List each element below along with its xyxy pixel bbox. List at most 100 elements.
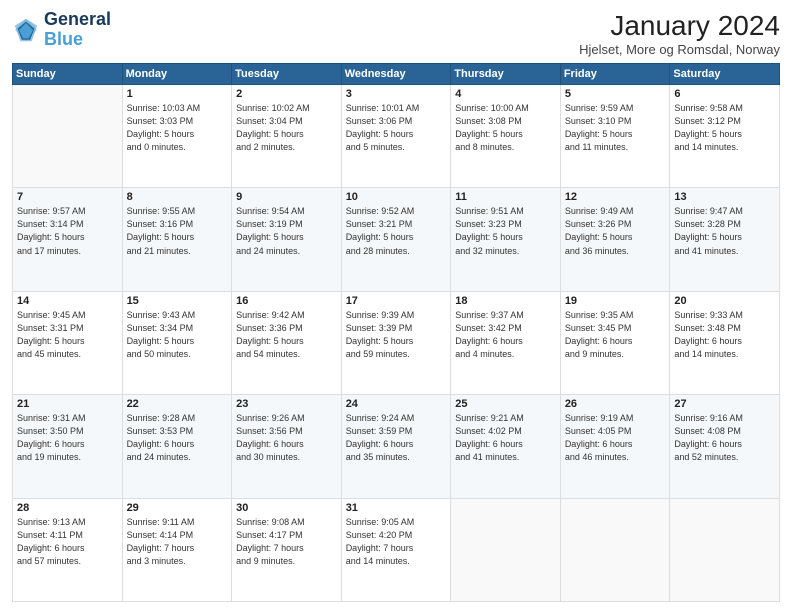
day-info: Sunrise: 9:39 AM Sunset: 3:39 PM Dayligh…	[346, 309, 447, 361]
day-info: Sunrise: 9:19 AM Sunset: 4:05 PM Dayligh…	[565, 412, 666, 464]
day-number: 17	[346, 295, 447, 307]
day-info: Sunrise: 10:03 AM Sunset: 3:03 PM Daylig…	[127, 102, 228, 154]
calendar-cell: 9 Sunrise: 9:54 AM Sunset: 3:19 PM Daylig…	[232, 188, 342, 291]
day-number: 8	[127, 191, 228, 203]
day-info: Sunrise: 9:21 AM Sunset: 4:02 PM Dayligh…	[455, 412, 556, 464]
calendar-cell	[670, 498, 780, 601]
day-info: Sunrise: 9:16 AM Sunset: 4:08 PM Dayligh…	[674, 412, 775, 464]
calendar-cell: 18 Sunrise: 9:37 AM Sunset: 3:42 PM Dayli…	[451, 291, 561, 394]
day-number: 12	[565, 191, 666, 203]
day-number: 1	[127, 88, 228, 100]
calendar-cell: 3Sunrise: 10:01 AM Sunset: 3:06 PM Dayli…	[341, 85, 451, 188]
day-info: Sunrise: 9:51 AM Sunset: 3:23 PM Dayligh…	[455, 205, 556, 257]
title-block: January 2024 Hjelset, More og Romsdal, N…	[579, 10, 780, 57]
calendar-cell: 19 Sunrise: 9:35 AM Sunset: 3:45 PM Dayli…	[560, 291, 670, 394]
calendar-cell: 2Sunrise: 10:02 AM Sunset: 3:04 PM Dayli…	[232, 85, 342, 188]
day-info: Sunrise: 9:31 AM Sunset: 3:50 PM Dayligh…	[17, 412, 118, 464]
calendar-cell: 31 Sunrise: 9:05 AM Sunset: 4:20 PM Dayli…	[341, 498, 451, 601]
calendar-cell: 26Sunrise: 9:19 AM Sunset: 4:05 PM Dayli…	[560, 395, 670, 498]
calendar-week-row: 1 Sunrise: 10:03 AM Sunset: 3:03 PM Dayli…	[13, 85, 780, 188]
calendar-week-row: 14Sunrise: 9:45 AM Sunset: 3:31 PM Dayli…	[13, 291, 780, 394]
day-number: 20	[674, 295, 775, 307]
calendar-cell: 12Sunrise: 9:49 AM Sunset: 3:26 PM Dayli…	[560, 188, 670, 291]
day-info: Sunrise: 9:52 AM Sunset: 3:21 PM Dayligh…	[346, 205, 447, 257]
day-number: 9	[236, 191, 337, 203]
day-number: 25	[455, 398, 556, 410]
day-info: Sunrise: 9:45 AM Sunset: 3:31 PM Dayligh…	[17, 309, 118, 361]
day-number: 7	[17, 191, 118, 203]
day-info: Sunrise: 9:42 AM Sunset: 3:36 PM Dayligh…	[236, 309, 337, 361]
calendar-cell: 21 Sunrise: 9:31 AM Sunset: 3:50 PM Dayli…	[13, 395, 123, 498]
day-number: 11	[455, 191, 556, 203]
day-info: Sunrise: 10:00 AM Sunset: 3:08 PM Daylig…	[455, 102, 556, 154]
day-number: 30	[236, 502, 337, 514]
day-number: 27	[674, 398, 775, 410]
calendar-cell: 1 Sunrise: 10:03 AM Sunset: 3:03 PM Dayli…	[122, 85, 232, 188]
day-info: Sunrise: 9:59 AM Sunset: 3:10 PM Dayligh…	[565, 102, 666, 154]
col-thursday: Thursday	[451, 64, 561, 85]
calendar-table: Sunday Monday Tuesday Wednesday Thursday…	[12, 63, 780, 602]
day-info: Sunrise: 9:57 AM Sunset: 3:14 PM Dayligh…	[17, 205, 118, 257]
day-number: 18	[455, 295, 556, 307]
day-info: Sunrise: 9:37 AM Sunset: 3:42 PM Dayligh…	[455, 309, 556, 361]
main-title: January 2024	[579, 10, 780, 42]
subtitle: Hjelset, More og Romsdal, Norway	[579, 42, 780, 57]
calendar-cell: 28Sunrise: 9:13 AM Sunset: 4:11 PM Dayli…	[13, 498, 123, 601]
calendar-cell: 24 Sunrise: 9:24 AM Sunset: 3:59 PM Dayli…	[341, 395, 451, 498]
col-sunday: Sunday	[13, 64, 123, 85]
calendar-cell: 22Sunrise: 9:28 AM Sunset: 3:53 PM Dayli…	[122, 395, 232, 498]
day-info: Sunrise: 9:11 AM Sunset: 4:14 PM Dayligh…	[127, 516, 228, 568]
day-number: 21	[17, 398, 118, 410]
calendar-cell: 11 Sunrise: 9:51 AM Sunset: 3:23 PM Dayli…	[451, 188, 561, 291]
day-info: Sunrise: 9:24 AM Sunset: 3:59 PM Dayligh…	[346, 412, 447, 464]
calendar-header: Sunday Monday Tuesday Wednesday Thursday…	[13, 64, 780, 85]
calendar-cell: 13Sunrise: 9:47 AM Sunset: 3:28 PM Dayli…	[670, 188, 780, 291]
calendar-cell	[560, 498, 670, 601]
header-row: Sunday Monday Tuesday Wednesday Thursday…	[13, 64, 780, 85]
day-info: Sunrise: 9:08 AM Sunset: 4:17 PM Dayligh…	[236, 516, 337, 568]
calendar-cell	[451, 498, 561, 601]
day-info: Sunrise: 9:35 AM Sunset: 3:45 PM Dayligh…	[565, 309, 666, 361]
day-number: 22	[127, 398, 228, 410]
calendar-cell: 20 Sunrise: 9:33 AM Sunset: 3:48 PM Dayli…	[670, 291, 780, 394]
day-info: Sunrise: 9:05 AM Sunset: 4:20 PM Dayligh…	[346, 516, 447, 568]
day-number: 2	[236, 88, 337, 100]
day-number: 4	[455, 88, 556, 100]
col-tuesday: Tuesday	[232, 64, 342, 85]
day-number: 6	[674, 88, 775, 100]
day-info: Sunrise: 9:26 AM Sunset: 3:56 PM Dayligh…	[236, 412, 337, 464]
logo-line2: Blue	[44, 30, 111, 50]
calendar-cell: 30 Sunrise: 9:08 AM Sunset: 4:17 PM Dayli…	[232, 498, 342, 601]
calendar-cell: 17 Sunrise: 9:39 AM Sunset: 3:39 PM Dayli…	[341, 291, 451, 394]
calendar-cell: 14Sunrise: 9:45 AM Sunset: 3:31 PM Dayli…	[13, 291, 123, 394]
day-info: Sunrise: 9:43 AM Sunset: 3:34 PM Dayligh…	[127, 309, 228, 361]
calendar-cell: 16Sunrise: 9:42 AM Sunset: 3:36 PM Dayli…	[232, 291, 342, 394]
calendar-body: 1 Sunrise: 10:03 AM Sunset: 3:03 PM Dayli…	[13, 85, 780, 602]
day-number: 31	[346, 502, 447, 514]
day-number: 24	[346, 398, 447, 410]
calendar-cell	[13, 85, 123, 188]
logo: General Blue	[12, 10, 111, 50]
calendar-cell: 6 Sunrise: 9:58 AM Sunset: 3:12 PM Daylig…	[670, 85, 780, 188]
calendar-cell: 25 Sunrise: 9:21 AM Sunset: 4:02 PM Dayli…	[451, 395, 561, 498]
logo-line1: General	[44, 10, 111, 30]
calendar-cell: 23 Sunrise: 9:26 AM Sunset: 3:56 PM Dayli…	[232, 395, 342, 498]
calendar-cell: 8 Sunrise: 9:55 AM Sunset: 3:16 PM Daylig…	[122, 188, 232, 291]
day-number: 10	[346, 191, 447, 203]
logo-icon	[12, 16, 40, 44]
day-info: Sunrise: 9:47 AM Sunset: 3:28 PM Dayligh…	[674, 205, 775, 257]
day-info: Sunrise: 9:58 AM Sunset: 3:12 PM Dayligh…	[674, 102, 775, 154]
col-saturday: Saturday	[670, 64, 780, 85]
day-info: Sunrise: 9:33 AM Sunset: 3:48 PM Dayligh…	[674, 309, 775, 361]
calendar-cell: 5Sunrise: 9:59 AM Sunset: 3:10 PM Daylig…	[560, 85, 670, 188]
day-info: Sunrise: 9:54 AM Sunset: 3:19 PM Dayligh…	[236, 205, 337, 257]
col-monday: Monday	[122, 64, 232, 85]
calendar-cell: 27 Sunrise: 9:16 AM Sunset: 4:08 PM Dayli…	[670, 395, 780, 498]
day-number: 3	[346, 88, 447, 100]
calendar-cell: 4 Sunrise: 10:00 AM Sunset: 3:08 PM Dayli…	[451, 85, 561, 188]
header: General Blue January 2024 Hjelset, More …	[12, 10, 780, 57]
day-info: Sunrise: 9:55 AM Sunset: 3:16 PM Dayligh…	[127, 205, 228, 257]
col-friday: Friday	[560, 64, 670, 85]
day-number: 23	[236, 398, 337, 410]
day-number: 19	[565, 295, 666, 307]
